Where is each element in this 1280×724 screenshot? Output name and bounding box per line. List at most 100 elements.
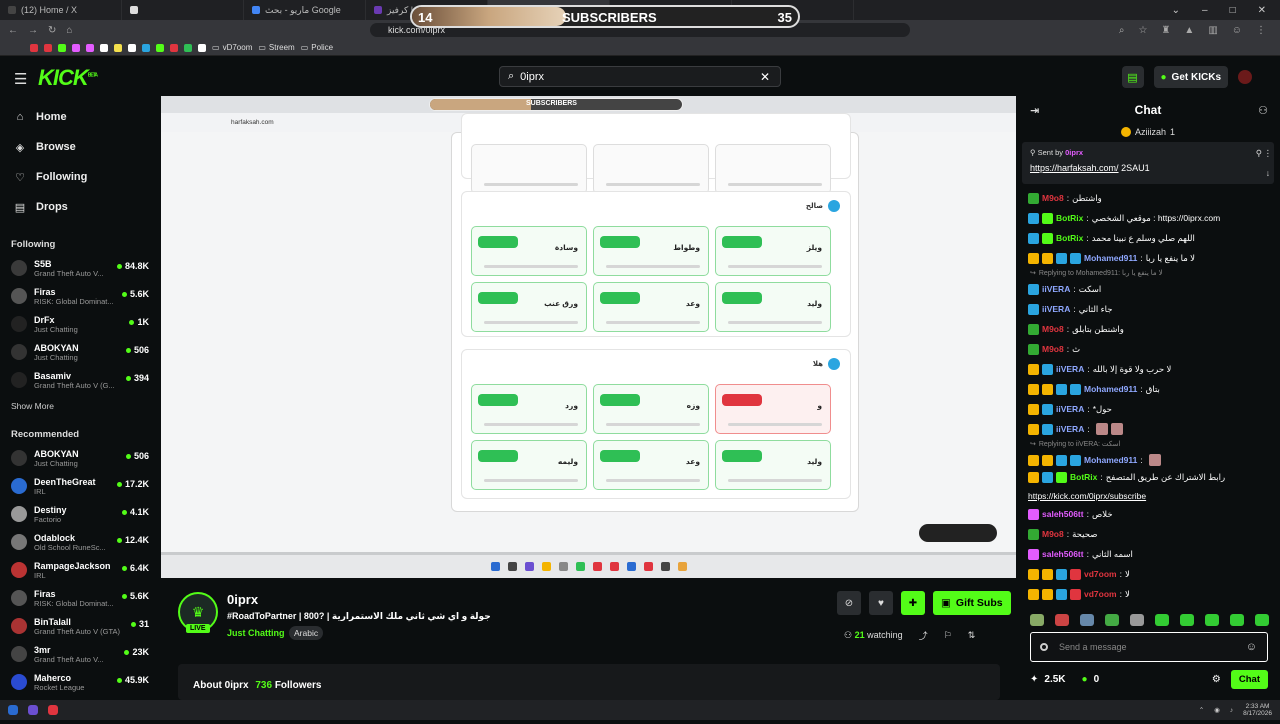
bookmark-favicon-icon[interactable] bbox=[86, 43, 94, 52]
answer-cell[interactable] bbox=[471, 144, 587, 194]
video-player[interactable]: SUBSCRIBERS harfaksah.com صالح وسادة وطواط… bbox=[161, 96, 1016, 578]
maximize-icon[interactable]: □ bbox=[1230, 5, 1236, 16]
chat-username[interactable]: M9o8 bbox=[1042, 529, 1064, 540]
answer-cell[interactable]: وعد bbox=[593, 440, 709, 490]
chat-username[interactable]: iiVERA bbox=[1056, 424, 1084, 435]
browser-tab[interactable]: ماريو - بحث Google bbox=[244, 0, 366, 20]
bookmark-favicon-icon[interactable] bbox=[44, 43, 52, 52]
subscribe-plus-button[interactable]: ✚ bbox=[901, 591, 925, 615]
bookmark-favicon-icon[interactable] bbox=[198, 43, 206, 52]
follow-heart-button[interactable]: ♥ bbox=[869, 591, 893, 615]
channel-item[interactable]: ABOKYAN Just Chatting 506 bbox=[0, 338, 160, 366]
chat-username[interactable]: BotRix bbox=[1056, 233, 1083, 244]
channel-item[interactable]: DrFx Just Chatting 1K bbox=[0, 310, 160, 338]
search-input[interactable]: ⌕ 0iprx ✕ bbox=[499, 66, 781, 87]
answer-cell[interactable]: وليمه bbox=[471, 440, 587, 490]
chat-points-icon[interactable] bbox=[1040, 643, 1048, 651]
answer-cell[interactable]: وطواط bbox=[593, 226, 709, 276]
channel-item[interactable]: DeenTheGreat IRL 17.2K bbox=[0, 472, 160, 500]
chat-settings-icon[interactable]: ⚙ bbox=[1212, 674, 1221, 685]
streamer-name[interactable]: 0iprx bbox=[227, 592, 258, 607]
quick-emote-icon[interactable] bbox=[1180, 614, 1194, 626]
chat-username[interactable]: saleh506tt bbox=[1042, 509, 1084, 520]
chat-username[interactable]: M9o8 bbox=[1042, 193, 1064, 204]
share-icon[interactable]: ⤴ bbox=[919, 629, 928, 642]
clear-search-icon[interactable]: ✕ bbox=[760, 70, 770, 84]
quick-emote-icon[interactable] bbox=[1080, 614, 1094, 626]
quick-emote-icon[interactable] bbox=[1205, 614, 1219, 626]
chat-users-icon[interactable]: ⚇ bbox=[1258, 104, 1268, 117]
chat-username[interactable]: vd7oom bbox=[1084, 589, 1117, 600]
pinned-sender-name[interactable]: 0iprx bbox=[1065, 148, 1083, 157]
channel-item[interactable]: BinTalall Grand Theft Auto V (GTA) 31 bbox=[0, 612, 160, 640]
channel-item[interactable]: Odablock Old School RuneSc... 12.4K bbox=[0, 528, 160, 556]
stream-category[interactable]: Just Chatting bbox=[227, 628, 285, 638]
chat-username[interactable]: BotRix bbox=[1056, 213, 1083, 224]
channel-item[interactable]: Basamiv Grand Theft Auto V (G... 394 bbox=[0, 366, 160, 394]
show-more-button[interactable]: Show More bbox=[0, 394, 160, 418]
chat-username[interactable]: M9o8 bbox=[1042, 344, 1064, 355]
points-count[interactable]: 0 bbox=[1094, 674, 1100, 685]
bookmark-favicon-icon[interactable] bbox=[30, 43, 38, 52]
language-tag[interactable]: Arabic bbox=[289, 626, 324, 640]
bookmark-favicon-icon[interactable] bbox=[184, 43, 192, 52]
mute-notifications-button[interactable]: ⊘ bbox=[837, 591, 861, 615]
channel-item[interactable]: Maherco Rocket League 45.9K bbox=[0, 668, 160, 696]
channel-item[interactable]: Destiny Factorio 4.1K bbox=[0, 500, 160, 528]
browser-tab[interactable]: (12) Home / X bbox=[0, 0, 122, 20]
answer-cell[interactable]: ورق عنب bbox=[471, 282, 587, 332]
zoom-icon[interactable]: ⌕ bbox=[1119, 25, 1125, 36]
chat-username[interactable]: iiVERA bbox=[1042, 284, 1070, 295]
unpin-icon[interactable]: ⚲ bbox=[1256, 148, 1262, 159]
reload-icon[interactable]: ↻ bbox=[48, 25, 56, 36]
sidebar-nav-home[interactable]: ⌂ Home bbox=[14, 102, 146, 132]
chat-username[interactable]: iiVERA bbox=[1056, 364, 1084, 375]
kicks-count[interactable]: 2.5K bbox=[1044, 674, 1065, 685]
chat-username[interactable]: iiVERA bbox=[1042, 304, 1070, 315]
windows-start-icon[interactable] bbox=[8, 705, 18, 715]
chat-input[interactable]: Send a message ☺ bbox=[1030, 632, 1268, 662]
answer-cell[interactable]: وعد bbox=[593, 282, 709, 332]
kick-logo[interactable]: KICKBETA bbox=[38, 65, 98, 91]
answer-cell[interactable]: وسادة bbox=[471, 226, 587, 276]
sidebar-toggle-icon[interactable]: ▥ bbox=[1208, 25, 1217, 36]
quick-emote-icon[interactable] bbox=[1030, 614, 1044, 626]
network-icon[interactable]: ◉ bbox=[1214, 706, 1220, 714]
back-icon[interactable]: ← bbox=[8, 25, 18, 36]
bookmark-favicon-icon[interactable] bbox=[100, 43, 108, 52]
bookmark-folder[interactable]: ▭ Streem bbox=[258, 43, 294, 52]
quick-emote-icon[interactable] bbox=[1255, 614, 1269, 626]
forward-icon[interactable]: → bbox=[28, 25, 38, 36]
volume-icon[interactable]: ♪ bbox=[1230, 707, 1233, 714]
bookmark-favicon-icon[interactable] bbox=[170, 43, 178, 52]
gift-subs-button[interactable]: ▣ Gift Subs bbox=[933, 591, 1011, 615]
expand-pinned-icon[interactable]: ↓ bbox=[1266, 168, 1270, 178]
close-window-icon[interactable]: ✕ bbox=[1258, 5, 1266, 16]
quick-emote-icon[interactable] bbox=[1130, 614, 1144, 626]
clip-icon[interactable]: ⚐ bbox=[944, 630, 952, 641]
home-icon[interactable]: ⌂ bbox=[66, 25, 72, 36]
channel-item[interactable]: ABOKYAN Just Chatting 506 bbox=[0, 444, 160, 472]
bookmark-favicon-icon[interactable] bbox=[142, 43, 150, 52]
quick-emote-icon[interactable] bbox=[1105, 614, 1119, 626]
wallet-icon[interactable]: ▤ bbox=[1121, 66, 1144, 88]
profile-icon[interactable]: ☺ bbox=[1232, 25, 1242, 36]
chat-username[interactable]: vd7oom bbox=[1084, 569, 1117, 580]
collapse-chat-icon[interactable]: ⇥ bbox=[1030, 104, 1039, 117]
channel-item[interactable]: RampageJackson IRL 6.4K bbox=[0, 556, 160, 584]
chat-username[interactable]: BotRix bbox=[1070, 472, 1097, 483]
brave-browser-icon[interactable] bbox=[48, 705, 58, 715]
tab-search-icon[interactable]: ⌄ bbox=[1172, 5, 1180, 16]
answer-cell[interactable] bbox=[715, 144, 831, 194]
channel-item[interactable]: Firas RISK: Global Dominat... 5.6K bbox=[0, 584, 160, 612]
emoji-picker-icon[interactable]: ☺ bbox=[1246, 641, 1257, 653]
bookmark-favicon-icon[interactable] bbox=[128, 43, 136, 52]
hamburger-menu-icon[interactable]: ☰ bbox=[14, 70, 27, 88]
pinned-menu-icon[interactable]: ⋮ bbox=[1264, 148, 1273, 159]
pinned-link[interactable]: https://harfaksah.com/ bbox=[1030, 163, 1119, 173]
system-clock[interactable]: 2:33 AM 8/17/2026 bbox=[1243, 703, 1272, 717]
alert-icon[interactable]: ▲ bbox=[1184, 25, 1194, 36]
bookmark-folder[interactable]: ▭ vD7oom bbox=[212, 43, 252, 52]
chat-username[interactable]: Mohamed911 bbox=[1084, 455, 1137, 466]
sidebar-nav-following[interactable]: ♡ Following bbox=[14, 162, 146, 192]
